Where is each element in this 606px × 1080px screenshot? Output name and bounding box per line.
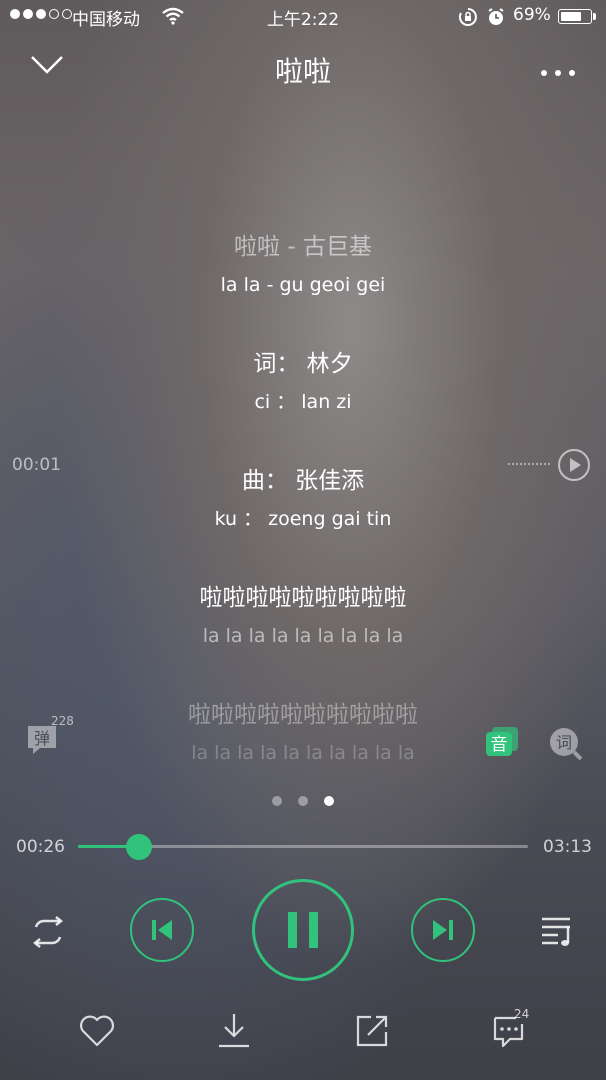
sound-label: 音 xyxy=(491,735,508,755)
song-title: 啦啦 xyxy=(274,55,331,88)
lyric-seek-time: 00:01 xyxy=(12,455,61,475)
playlist-icon[interactable] xyxy=(540,913,580,953)
repeat-icon[interactable] xyxy=(28,913,68,955)
heart-icon[interactable] xyxy=(79,1014,115,1052)
lyric-romanized: ci ： lan zi xyxy=(254,391,352,413)
status-bar: 中国移动 上午2:22 69% xyxy=(0,0,606,34)
lyric-line: 啦啦啦啦啦啦啦啦啦 la la la la la la la la la xyxy=(0,583,606,700)
rotation-lock-icon xyxy=(458,7,478,32)
lyric-line: 啦啦 - 古巨基 la la - gu geoi gei xyxy=(0,232,606,349)
page-dot xyxy=(298,796,308,806)
battery-percent: 69% xyxy=(513,5,551,25)
pause-button[interactable] xyxy=(252,879,354,981)
download-icon[interactable] xyxy=(216,1012,252,1054)
lyric-seek-line xyxy=(508,463,550,465)
more-icon[interactable] xyxy=(540,62,576,81)
comment-count: 24 xyxy=(514,1007,530,1021)
total-time: 03:13 xyxy=(543,837,592,857)
lyrics-panel: 啦啦 - 古巨基 la la - gu geoi gei 词： 林夕 ci ： … xyxy=(0,232,606,766)
next-button[interactable] xyxy=(411,898,475,962)
lyric-main: 词： 林夕 xyxy=(253,351,353,377)
sound-effect-button[interactable]: 音 xyxy=(485,726,519,762)
danmu-count: 228 xyxy=(51,714,74,728)
lyric-romanized: la la - gu geoi gei xyxy=(220,274,386,296)
current-time: 00:26 xyxy=(16,837,65,857)
lyric-romanized: la la la la la la la la la xyxy=(202,625,404,647)
previous-button[interactable] xyxy=(130,898,194,962)
pause-icon xyxy=(288,912,318,948)
lyric-button[interactable]: 词 xyxy=(548,726,584,764)
lyric-romanized: ku ： zoeng gai tin xyxy=(214,508,392,530)
page-dot xyxy=(324,796,334,806)
lyric-line: 曲： 张佳添 ku ： zoeng gai tin xyxy=(0,466,606,583)
battery-icon xyxy=(558,9,592,24)
previous-icon xyxy=(152,920,172,940)
alarm-icon xyxy=(486,7,506,32)
next-icon xyxy=(433,920,453,940)
lyric-label: 词 xyxy=(556,733,572,752)
danmu-label: 弹 xyxy=(34,729,50,748)
lyric-main: 曲： 张佳添 xyxy=(241,468,365,494)
progress-knob[interactable] xyxy=(125,834,152,860)
lyric-main: 啦啦啦啦啦啦啦啦啦 xyxy=(199,585,407,611)
danmu-button[interactable]: 弹 xyxy=(24,722,60,762)
page-indicator xyxy=(0,796,606,806)
lyric-main: 啦啦 - 古巨基 xyxy=(234,234,372,260)
battery-tip xyxy=(593,13,596,20)
lyric-line: 词： 林夕 ci ： lan zi xyxy=(0,349,606,466)
play-icon[interactable] xyxy=(557,448,591,486)
page-dot xyxy=(272,796,282,806)
share-icon[interactable] xyxy=(355,1014,389,1052)
